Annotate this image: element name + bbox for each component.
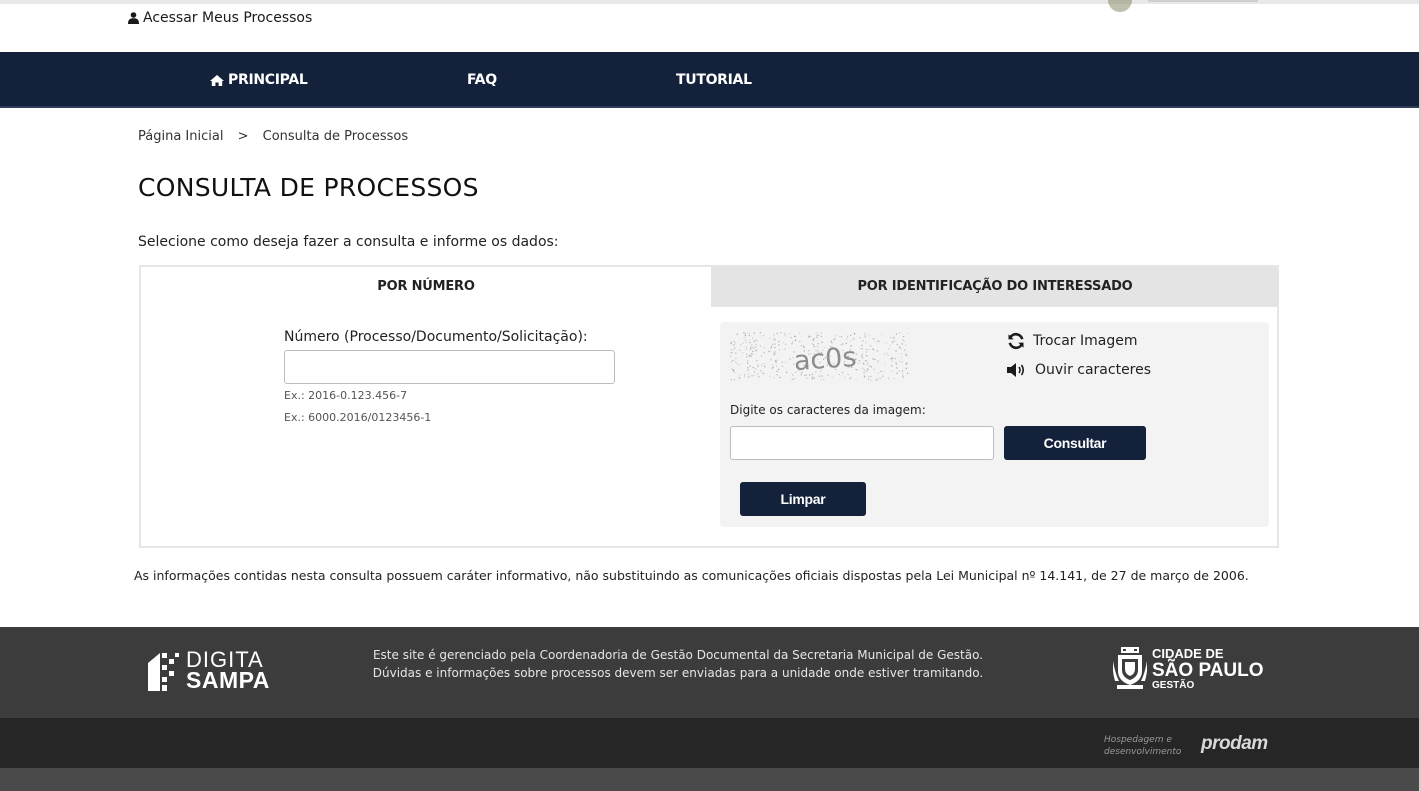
change-image-label: Trocar Imagem [1033,333,1138,349]
captcha-image-text: ac0s [793,342,858,377]
city-line-2: SÃO PAULO [1152,660,1264,681]
captcha-box: ac0s Trocar Imagem Ouvir caracteres Digi… [720,322,1269,527]
access-my-processes-label: Acessar Meus Processos [143,10,313,26]
prodam-logo: prodam [1201,733,1268,754]
breadcrumb-separator: > [237,129,249,144]
nav-item-tutorial-label: TUTORIAL [676,72,752,88]
nav-item-tutorial[interactable]: TUTORIAL [676,52,752,108]
clear-button[interactable]: Limpar [740,482,866,516]
nav-item-principal[interactable]: PRINCIPAL [210,52,308,108]
page-bottom-strip [0,768,1421,791]
number-input[interactable] [284,350,615,384]
city-line-1: CIDADE DE [1152,646,1224,661]
footer-message: Este site é gerenciado pela Coordenadori… [360,646,996,682]
breadcrumb-current: Consulta de Processos [262,129,409,144]
hosting-credit: Hospedagem e desenvolvimento [1104,734,1181,758]
page-intro: Selecione como deseja fazer a consulta e… [138,234,559,250]
consult-button[interactable]: Consultar [1004,426,1146,460]
disclaimer-text: As informações contidas nesta consulta p… [134,568,1249,583]
captcha-input-label: Digite os caracteres da imagem: [730,403,926,417]
city-crest-logo [1108,0,1258,12]
city-sao-paulo-logo: CIDADE DE SÃO PAULO GESTÃO [1113,647,1264,691]
city-coat-of-arms-icon [1113,647,1147,689]
hosting-line-1: Hospedagem e [1104,735,1172,745]
captcha-input[interactable] [730,426,994,460]
refresh-icon [1008,332,1024,350]
tab-by-number[interactable]: POR NÚMERO [141,267,711,307]
change-image-link[interactable]: Trocar Imagem [1007,332,1137,350]
nav-item-faq-label: FAQ [467,72,497,88]
breadcrumb-home-link[interactable]: Página Inicial [138,129,223,144]
nav-item-principal-label: PRINCIPAL [228,72,308,88]
footer: DIGITA SAMPA Este site é gerenciado pela… [0,627,1421,718]
nav-item-faq[interactable]: FAQ [467,52,497,108]
digita-sampa-logo: DIGITA SAMPA [148,649,270,693]
speaker-icon [1007,363,1025,377]
listen-characters-link[interactable]: Ouvir caracteres [1007,362,1151,378]
footer-message-line-2: Dúvidas e informações sobre processos de… [372,666,984,680]
breadcrumb: Página Inicial > Consulta de Processos [138,129,408,144]
top-bar: Acessar Meus Processos [0,0,1421,52]
tab-by-interested-party[interactable]: POR IDENTIFICAÇÃO DO INTERESSADO [711,267,1279,307]
user-icon [128,12,139,24]
listen-characters-label: Ouvir caracteres [1035,362,1152,378]
hosting-line-2: desenvolvimento [1104,747,1182,757]
page-title: CONSULTA DE PROCESSOS [138,173,479,202]
number-example-1: Ex.: 2016-0.123.456-7 [284,389,408,402]
home-icon [210,74,224,86]
access-my-processes-link[interactable]: Acessar Meus Processos [128,10,312,26]
sub-footer: Hospedagem e desenvolvimento prodam [0,718,1421,768]
sampa-word: SAMPA [186,667,270,693]
footer-message-line-1: Este site é gerenciado pela Coordenadori… [372,648,984,662]
digita-sampa-mark-icon [148,653,179,691]
number-field-label: Número (Processo/Documento/Solicitação): [284,329,588,345]
main-navigation: PRINCIPAL FAQ TUTORIAL [0,52,1421,108]
city-line-3: GESTÃO [1152,680,1195,691]
captcha-image: ac0s [730,332,910,382]
number-example-2: Ex.: 6000.2016/0123456-1 [284,411,432,424]
search-panel: POR NÚMERO POR IDENTIFICAÇÃO DO INTERESS… [139,265,1279,548]
